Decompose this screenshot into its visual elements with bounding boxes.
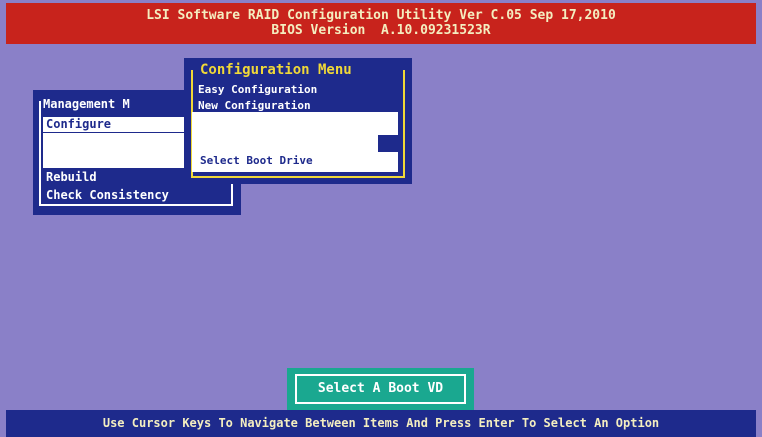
status-box: Select A Boot VD [287, 368, 474, 410]
select-boot-drive-label[interactable]: Select Boot Drive [200, 154, 313, 167]
popup-scroll-marker [378, 135, 398, 152]
menu-item-easy-configuration[interactable]: Easy Configuration [198, 83, 317, 96]
configuration-menu: Configuration Menu Easy Configuration Ne… [184, 58, 412, 184]
menu-item-check-consistency[interactable]: Check Consistency [46, 188, 169, 202]
management-menu-title: Management M [43, 97, 130, 111]
select-boot-vd-label: Select A Boot VD [295, 374, 466, 404]
menu-item-configure[interactable]: Configure [43, 117, 194, 132]
menu-item-rebuild[interactable]: Rebuild [46, 170, 97, 184]
footer-hint: Use Cursor Keys To Navigate Between Item… [6, 410, 756, 437]
title-bar: LSI Software RAID Configuration Utility … [6, 3, 756, 44]
bios-version: BIOS Version A.10.09231523R [271, 23, 491, 38]
configuration-menu-title: Configuration Menu [200, 62, 352, 78]
utility-title: LSI Software RAID Configuration Utility … [146, 8, 616, 23]
menu-item-new-configuration[interactable]: New Configuration [198, 99, 311, 112]
management-menu-highlight-area [43, 133, 191, 168]
